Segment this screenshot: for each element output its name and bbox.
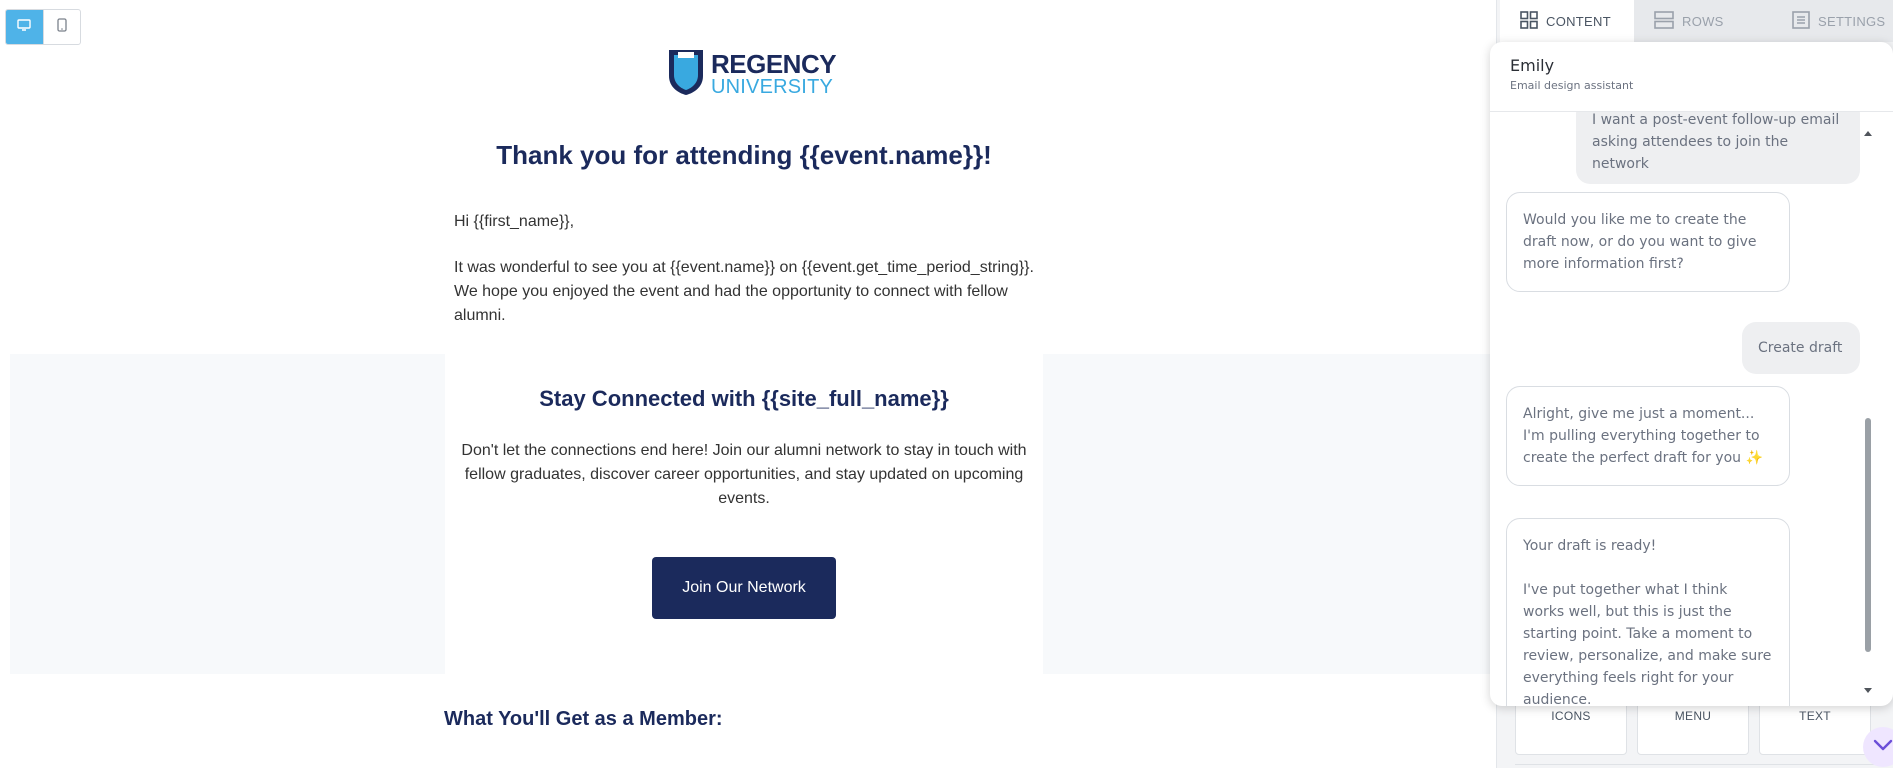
email-canvas: REGENCY UNIVERSITY Thank you for attendi… <box>0 0 1496 768</box>
join-network-button[interactable]: Join Our Network <box>652 557 836 619</box>
assistant-message: Alright, give me just a moment... I'm pu… <box>1506 386 1790 486</box>
desktop-view-button[interactable] <box>6 10 43 44</box>
scroll-down-icon[interactable] <box>1863 680 1873 693</box>
logo-line1: REGENCY <box>711 48 837 79</box>
member-benefits-title[interactable]: What You'll Get as a Member: <box>444 708 723 731</box>
assistant-message: Would you like me to create the draft no… <box>1506 192 1790 292</box>
user-message: Create draft <box>1742 322 1860 374</box>
grid-icon <box>1520 10 1538 32</box>
assistant-message-line: Your draft is ready! <box>1523 538 1657 554</box>
tab-settings-label: SETTINGS <box>1818 13 1886 29</box>
email-greeting[interactable]: Hi {{first_name}}, <box>454 210 1042 234</box>
stay-connected-title[interactable]: Stay Connected with {{site_full_name}} <box>445 386 1043 412</box>
tab-rows[interactable]: ROWS <box>1634 0 1772 42</box>
content-blocks-next-row <box>1515 764 1875 768</box>
phone-icon <box>57 17 67 37</box>
sidebar-tabs: CONTENT ROWS SETTINGS <box>1500 0 1893 42</box>
stay-connected-body[interactable]: Don't let the connections end here! Join… <box>455 439 1033 511</box>
assistant-name: Emily <box>1510 56 1555 75</box>
rows-icon <box>1654 10 1674 32</box>
email-heading[interactable]: Thank you for attending {{event.name}}! <box>454 140 1034 171</box>
tab-content-label: CONTENT <box>1546 13 1611 29</box>
assistant-message: Your draft is ready! I've put together w… <box>1506 518 1790 706</box>
email-paragraph[interactable]: It was wonderful to see you at {{event.n… <box>454 256 1042 328</box>
university-logo: REGENCY UNIVERSITY <box>667 46 837 101</box>
settings-icon <box>1792 10 1810 32</box>
shield-icon <box>667 46 705 101</box>
email-editor: REGENCY UNIVERSITY Thank you for attendi… <box>0 0 1893 768</box>
device-toggle <box>5 9 81 45</box>
chevron-down-icon <box>1873 738 1893 756</box>
assistant-message-line: I've put together what I think works wel… <box>1523 582 1772 706</box>
logo-line2: UNIVERSITY <box>711 75 834 98</box>
user-message: I want a post-event follow-up email aski… <box>1576 112 1860 184</box>
monitor-icon <box>17 18 32 36</box>
chat-messages[interactable]: I want a post-event follow-up email aski… <box>1490 112 1893 706</box>
tab-settings[interactable]: SETTINGS <box>1772 0 1893 42</box>
chat-header: Emily Email design assistant <box>1490 42 1893 112</box>
mobile-view-button[interactable] <box>42 10 80 44</box>
tab-rows-label: ROWS <box>1682 13 1724 29</box>
scrollbar-thumb[interactable] <box>1865 418 1871 652</box>
tab-content[interactable]: CONTENT <box>1500 0 1634 42</box>
chat-scrollbar[interactable] <box>1863 112 1873 706</box>
scroll-up-icon[interactable] <box>1863 124 1873 136</box>
assistant-role: Email design assistant <box>1510 79 1634 92</box>
assistant-chat-panel: Emily Email design assistant I want a po… <box>1490 42 1893 706</box>
